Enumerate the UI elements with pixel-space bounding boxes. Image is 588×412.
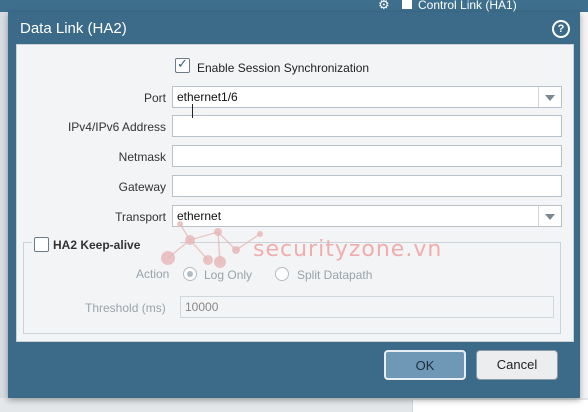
log-only-label: Log Only xyxy=(204,268,253,282)
background-topbar: ⚙ Control Link (HA1) xyxy=(0,0,588,12)
threshold-label: Threshold (ms) xyxy=(85,301,166,315)
watermark-text: securityzone.vn xyxy=(253,237,443,262)
transport-value: ethernet xyxy=(177,209,222,223)
chevron-down-icon[interactable] xyxy=(538,87,561,107)
split-datapath-radio[interactable] xyxy=(275,267,289,281)
port-value: ethernet1/6 xyxy=(177,90,238,104)
transport-select[interactable]: ethernet xyxy=(172,205,562,227)
ha2-keepalive-checkbox[interactable] xyxy=(34,237,49,252)
background-bottom-panel xyxy=(412,400,588,412)
gear-icon[interactable]: ⚙ xyxy=(378,0,392,12)
ok-button[interactable]: OK xyxy=(384,350,466,380)
document-icon xyxy=(402,0,412,9)
action-label: Action xyxy=(136,267,170,281)
transport-label: Transport xyxy=(115,210,166,224)
threshold-field[interactable]: 10000 xyxy=(180,296,554,318)
background-right-panel xyxy=(580,12,588,412)
enable-session-sync-label: Enable Session Synchronization xyxy=(197,61,370,75)
threshold-value: 10000 xyxy=(185,300,219,314)
text-cursor xyxy=(192,104,193,118)
enable-session-sync-checkbox[interactable] xyxy=(175,56,190,73)
ip-address-field[interactable] xyxy=(172,115,562,137)
netmask-label: Netmask xyxy=(118,150,166,164)
chevron-down-icon[interactable] xyxy=(538,206,561,226)
gateway-label: Gateway xyxy=(118,180,166,194)
cancel-button[interactable]: Cancel xyxy=(476,350,558,380)
dialog-title: Data Link (HA2) xyxy=(20,20,127,37)
split-datapath-label: Split Datapath xyxy=(297,268,373,282)
help-icon[interactable]: ? xyxy=(552,20,570,38)
log-only-radio[interactable] xyxy=(183,267,197,281)
ha2-keepalive-legend: HA2 Keep-alive xyxy=(32,237,180,253)
gateway-field[interactable] xyxy=(172,175,562,197)
ha2-keepalive-label: HA2 Keep-alive xyxy=(53,238,141,252)
background-panel-title: Control Link (HA1) xyxy=(418,0,517,12)
background-left-strip xyxy=(0,12,8,412)
netmask-field[interactable] xyxy=(172,145,562,167)
data-link-dialog: Data Link (HA2) ? Enable Session Synchro… xyxy=(8,12,580,398)
port-select[interactable]: ethernet1/6 xyxy=(172,86,562,108)
ip-address-label: IPv4/IPv6 Address xyxy=(67,120,166,134)
port-label: Port xyxy=(143,91,166,105)
